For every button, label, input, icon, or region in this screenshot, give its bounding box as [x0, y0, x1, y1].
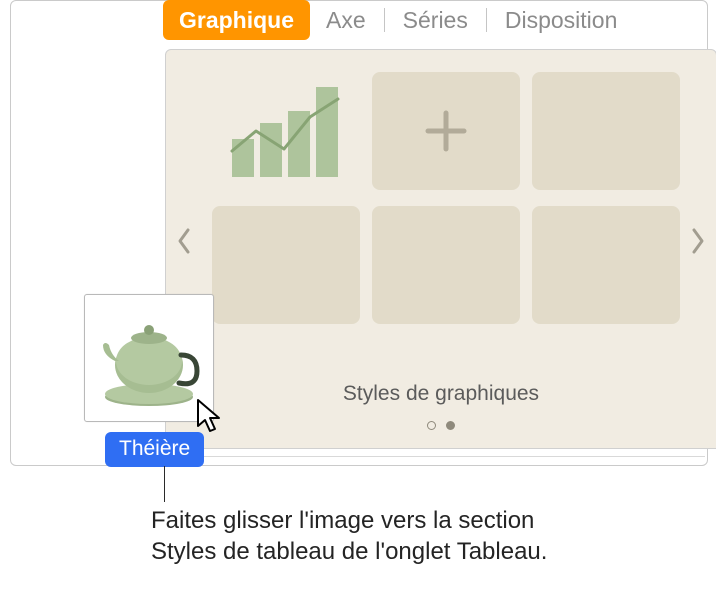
tab-row: Graphique Axe Séries Disposition — [163, 0, 633, 40]
drag-thumbnail[interactable] — [84, 294, 214, 422]
page-indicator — [166, 421, 716, 430]
tab-series[interactable]: Séries — [387, 0, 484, 40]
tab-separator — [486, 8, 487, 32]
chevron-left-icon — [175, 227, 193, 255]
style-tile-bar-chart[interactable] — [212, 72, 360, 190]
tab-chart[interactable]: Graphique — [163, 0, 310, 40]
chart-styles-caption: Styles de graphiques — [166, 382, 716, 406]
plus-icon — [422, 107, 470, 155]
chevron-right-icon — [689, 227, 707, 255]
style-tile-empty[interactable] — [532, 72, 680, 190]
chart-styles-panel: Styles de graphiques — [165, 49, 716, 449]
tab-layout[interactable]: Disposition — [489, 0, 634, 40]
teapot-icon — [93, 305, 205, 411]
panel-divider — [165, 456, 705, 464]
style-tile-empty[interactable] — [532, 206, 680, 324]
chart-styles-grid — [212, 72, 680, 324]
callout-text: Faites glisser l'image vers la section S… — [151, 506, 581, 567]
tab-axis[interactable]: Axe — [310, 0, 382, 40]
callout-line — [164, 466, 165, 502]
tab-separator — [384, 8, 385, 32]
page-dot-active[interactable] — [446, 421, 455, 430]
bar-chart-icon — [226, 81, 346, 181]
style-tile-add[interactable] — [372, 72, 520, 190]
drag-label: Théière — [105, 432, 204, 467]
style-tile-empty[interactable] — [212, 206, 360, 324]
next-styles-button[interactable] — [684, 222, 712, 260]
prev-styles-button[interactable] — [170, 222, 198, 260]
style-tile-empty[interactable] — [372, 206, 520, 324]
page-dot[interactable] — [427, 421, 436, 430]
